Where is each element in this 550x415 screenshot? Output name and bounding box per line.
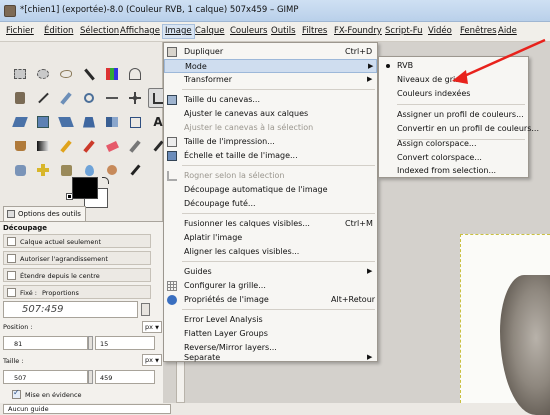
red-arrow-shaft: [461, 38, 546, 79]
red-arrow-head: [452, 70, 468, 84]
guides-value: Aucun guide: [8, 405, 49, 413]
guides-select[interactable]: Aucun guide: [3, 404, 171, 414]
red-arrow-annotation: [452, 38, 546, 84]
